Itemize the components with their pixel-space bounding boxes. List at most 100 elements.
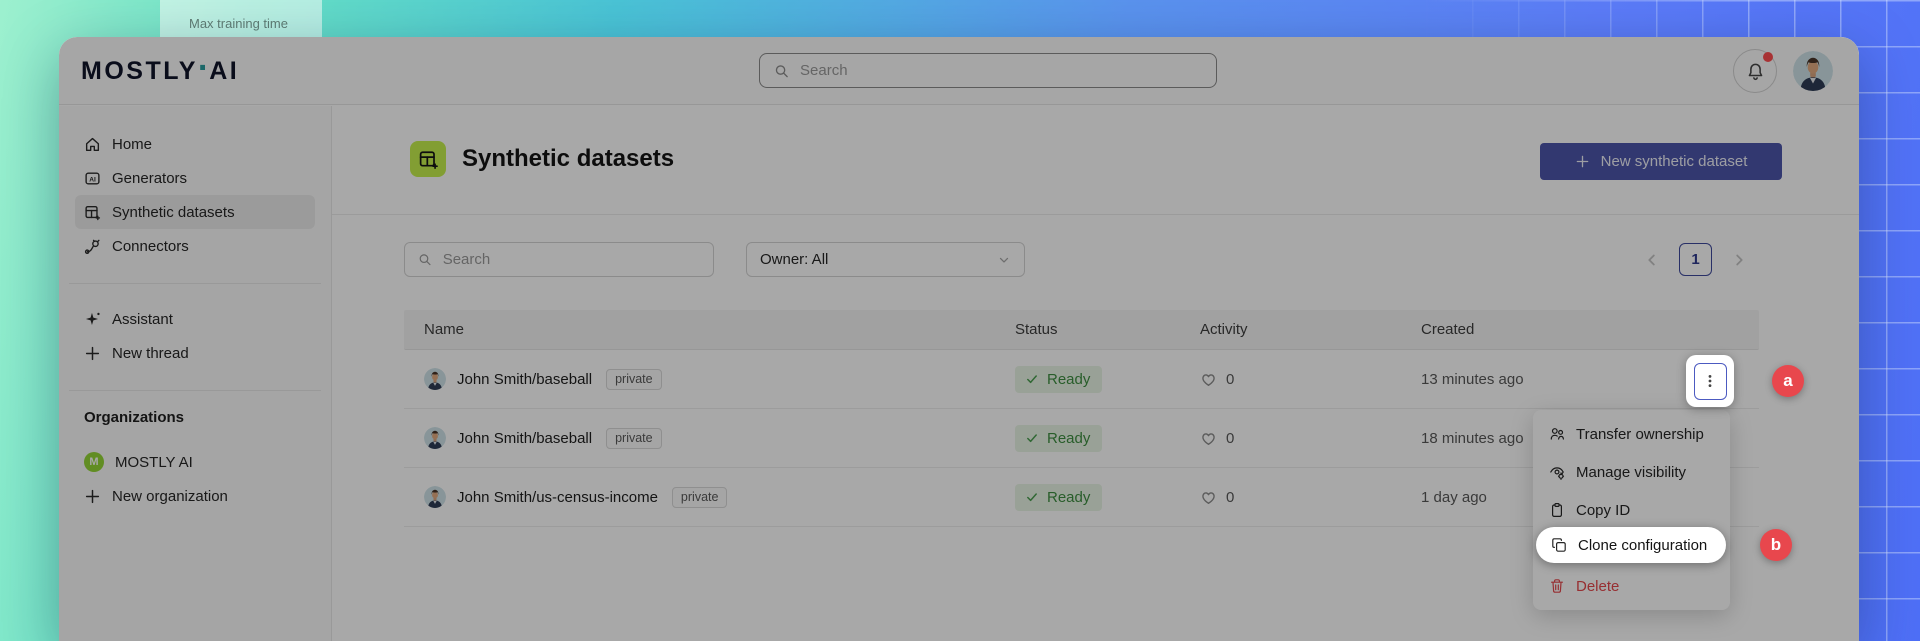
sidebar-divider <box>69 390 321 391</box>
organization-badge: M <box>84 452 104 472</box>
heart-icon <box>1200 489 1217 506</box>
plus-icon <box>84 345 101 362</box>
mostly-ai-logo[interactable]: MOSTLY·AI <box>81 37 239 105</box>
status-badge: Ready <box>1015 484 1102 511</box>
top-bar: MOSTLY·AI <box>59 37 1859 105</box>
sidebar-item-label: Home <box>112 136 152 153</box>
dataset-search-input[interactable] <box>443 251 700 268</box>
copy-id-icon <box>1549 502 1565 518</box>
column-header-activity: Activity <box>1200 321 1421 338</box>
sidebar-item-label: Connectors <box>112 238 189 255</box>
assistant-sparkle-icon <box>84 311 101 328</box>
sidebar-item-organization-mostly-ai[interactable]: M MOSTLY AI <box>75 445 315 479</box>
header-divider <box>332 214 1859 215</box>
notification-dot <box>1763 52 1773 62</box>
table-row[interactable]: John Smith/baseball private Ready 0 13 m… <box>404 350 1759 409</box>
annotation-badge-b: b <box>1760 529 1792 561</box>
visibility-tag: private <box>606 428 662 449</box>
sidebar-item-new-thread[interactable]: New thread <box>75 336 315 370</box>
check-icon <box>1025 372 1039 386</box>
visibility-tag: private <box>606 369 662 390</box>
visibility-tag: private <box>672 487 728 508</box>
row-actions-kebab-button[interactable] <box>1694 363 1727 400</box>
logo-dot: · <box>198 49 209 88</box>
sidebar: Home Generators Synthetic datasets Conne… <box>59 106 332 641</box>
clone-configuration-spotlight[interactable]: Clone configuration <box>1536 527 1726 563</box>
owner-avatar <box>424 486 446 508</box>
kebab-icon <box>1702 373 1718 389</box>
owner-filter-value: Owner: All <box>760 251 828 268</box>
sidebar-item-label: New thread <box>112 345 189 362</box>
plus-icon <box>84 488 101 505</box>
organizations-section-label: Organizations <box>75 409 315 426</box>
logo-right: AI <box>209 57 239 86</box>
status-badge: Ready <box>1015 425 1102 452</box>
trash-icon <box>1549 578 1565 594</box>
notifications-button[interactable] <box>1733 49 1777 93</box>
clone-configuration-label: Clone configuration <box>1578 537 1707 554</box>
transfer-ownership-icon <box>1549 426 1565 442</box>
background-ghost-label: Max training time <box>189 16 288 31</box>
kebab-spotlight <box>1686 355 1734 407</box>
sidebar-item-label: MOSTLY AI <box>115 454 193 471</box>
screenshot-stage: Max training time MOSTLY·AI Home <box>0 0 1920 641</box>
synthetic-datasets-icon <box>84 204 101 221</box>
new-synthetic-dataset-label: New synthetic dataset <box>1601 153 1748 170</box>
global-search-input[interactable] <box>800 62 1202 79</box>
chevron-down-icon <box>997 253 1011 267</box>
dataset-search <box>404 242 714 277</box>
menu-item-copy-id[interactable]: Copy ID <box>1533 491 1730 529</box>
row-actions-context-menu: Transfer ownership Manage visibility Cop… <box>1533 410 1730 610</box>
sidebar-item-label: Assistant <box>112 311 173 328</box>
sidebar-item-generators[interactable]: Generators <box>75 161 315 195</box>
table-header-row: Name Status Activity Created <box>404 310 1759 350</box>
column-header-created: Created <box>1421 321 1759 338</box>
owner-filter-select[interactable]: Owner: All <box>746 242 1025 277</box>
chevron-right-icon <box>1730 251 1748 269</box>
column-header-name: Name <box>424 321 1015 338</box>
sidebar-item-label: New organization <box>112 488 228 505</box>
sidebar-item-synthetic-datasets[interactable]: Synthetic datasets <box>75 195 315 229</box>
status-badge: Ready <box>1015 366 1102 393</box>
likes-count: 0 <box>1226 489 1234 506</box>
sidebar-item-label: Synthetic datasets <box>112 204 235 221</box>
search-icon <box>774 63 789 79</box>
likes-cell: 0 <box>1200 430 1421 447</box>
synthetic-datasets-icon <box>418 149 439 170</box>
menu-item-transfer-ownership[interactable]: Transfer ownership <box>1533 415 1730 453</box>
heart-icon <box>1200 371 1217 388</box>
search-icon <box>418 252 432 267</box>
pagination-prev-button[interactable] <box>1642 250 1662 270</box>
sidebar-item-connectors[interactable]: Connectors <box>75 229 315 263</box>
menu-item-delete[interactable]: Delete <box>1533 567 1730 605</box>
owner-avatar <box>424 368 446 390</box>
column-header-status: Status <box>1015 321 1200 338</box>
manage-visibility-icon <box>1549 464 1565 480</box>
dataset-name: John Smith/baseball <box>457 430 592 447</box>
sidebar-item-new-organization[interactable]: New organization <box>75 479 315 513</box>
heart-icon <box>1200 430 1217 447</box>
check-icon <box>1025 431 1039 445</box>
likes-count: 0 <box>1226 371 1234 388</box>
synthetic-datasets-page-icon <box>410 141 446 177</box>
sidebar-item-home[interactable]: Home <box>75 127 315 161</box>
sidebar-divider <box>69 283 321 284</box>
pagination-next-button[interactable] <box>1729 250 1749 270</box>
bell-icon <box>1746 62 1765 81</box>
sidebar-item-assistant[interactable]: Assistant <box>75 302 315 336</box>
dataset-name: John Smith/us-census-income <box>457 489 658 506</box>
dataset-name: John Smith/baseball <box>457 371 592 388</box>
connectors-icon <box>84 238 101 255</box>
likes-cell: 0 <box>1200 371 1421 388</box>
home-icon <box>84 136 101 153</box>
menu-item-manage-visibility[interactable]: Manage visibility <box>1533 453 1730 491</box>
plus-icon <box>1575 154 1590 169</box>
new-synthetic-dataset-button[interactable]: New synthetic dataset <box>1540 143 1782 180</box>
app-window: MOSTLY·AI Home Generators <box>59 37 1859 641</box>
likes-cell: 0 <box>1200 489 1421 506</box>
user-avatar[interactable] <box>1793 51 1833 91</box>
pagination: 1 <box>1642 242 1749 277</box>
chevron-left-icon <box>1643 251 1661 269</box>
pagination-current-page[interactable]: 1 <box>1679 243 1712 276</box>
owner-avatar <box>424 427 446 449</box>
